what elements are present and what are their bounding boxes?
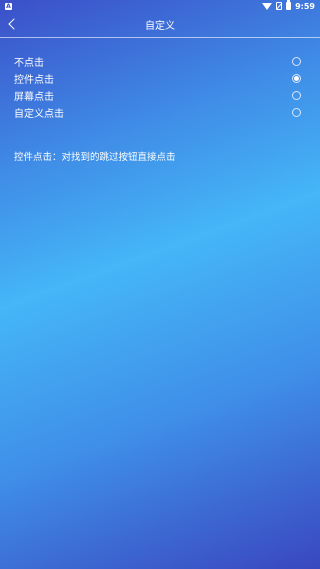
wifi-icon [262,2,273,10]
status-right: 9:59 [262,0,315,11]
option-control-click[interactable]: 控件点击 [0,70,320,87]
option-label: 控件点击 [14,75,54,86]
mode-description: 控件点击：对找到的跳过按钮直接点击 [14,152,176,163]
notification-glyph: A [6,2,11,10]
option-label: 自定义点击 [14,109,64,120]
option-screen-click[interactable]: 屏幕点击 [0,87,320,104]
radio-dot [294,76,299,81]
app-bar: 自定义 [0,12,320,38]
radio-button-selected[interactable] [292,74,301,83]
battery-icon [286,0,292,10]
option-custom-click[interactable]: 自定义点击 [0,104,320,121]
radio-button[interactable] [292,57,301,66]
option-label: 不点击 [14,58,44,69]
status-bar: A 9:59 [0,0,320,12]
click-mode-options: 不点击 控件点击 屏幕点击 自定义点击 [0,53,320,121]
no-sim-icon [276,2,283,10]
radio-button[interactable] [292,108,301,117]
radio-button[interactable] [292,91,301,100]
option-label: 屏幕点击 [14,92,54,103]
page-title: 自定义 [145,21,175,32]
status-time: 9:59 [295,1,315,11]
option-no-click[interactable]: 不点击 [0,53,320,70]
status-left: A [5,2,12,10]
android-notification-icon: A [5,2,12,10]
